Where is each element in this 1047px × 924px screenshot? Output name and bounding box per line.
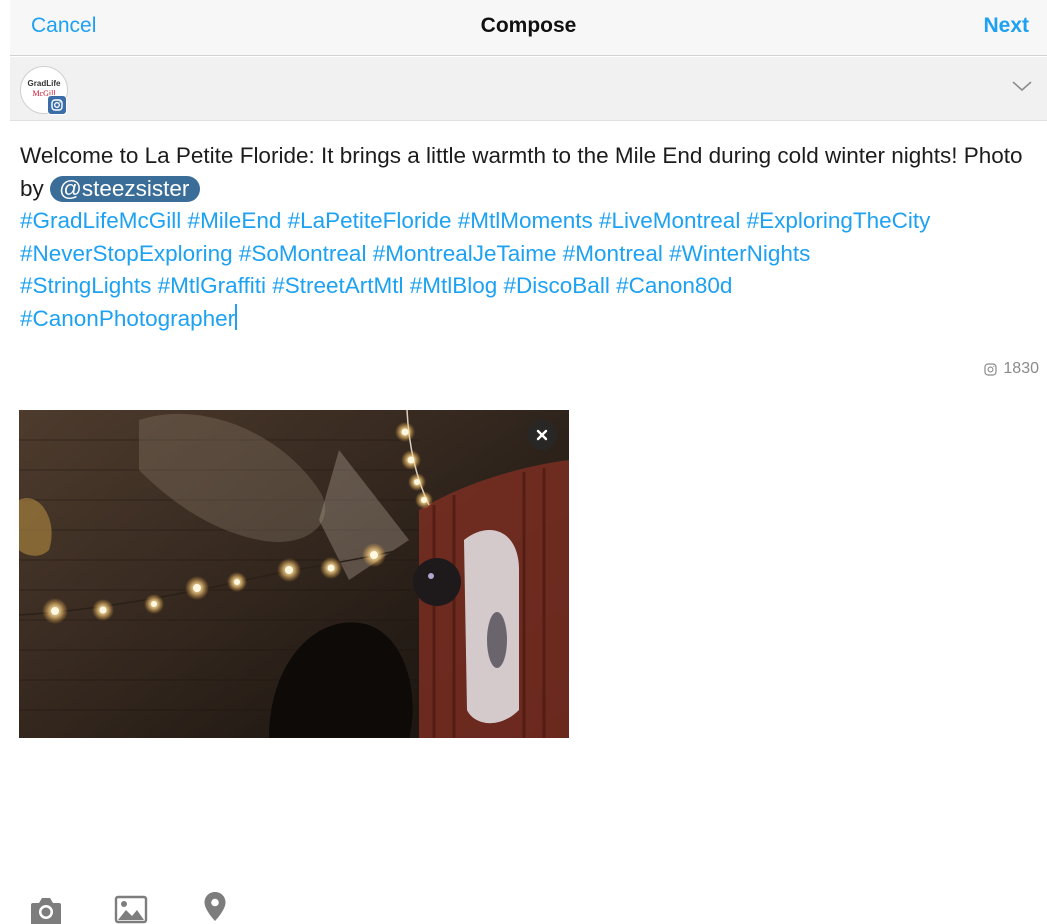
compose-header: Cancel Compose Next: [10, 0, 1047, 56]
attached-photo[interactable]: [19, 410, 569, 738]
avatar[interactable]: GradLife McGill: [20, 66, 68, 115]
close-icon: [536, 429, 548, 441]
remove-photo-button[interactable]: [527, 420, 557, 450]
hashtags-line-2: #NeverStopExploring #SoMontreal #Montrea…: [20, 240, 811, 266]
page-title: Compose: [480, 14, 577, 37]
instagram-icon: [984, 362, 998, 376]
image-icon[interactable]: [114, 895, 148, 924]
account-selector[interactable]: GradLife McGill: [10, 57, 1047, 121]
next-button[interactable]: Next: [983, 14, 1029, 38]
instagram-badge-icon: [47, 95, 67, 115]
mention-tag[interactable]: @steezsister: [50, 175, 201, 202]
hashtags-line-1: #GradLifeMcGill #MileEnd #LaPetiteFlorid…: [20, 208, 931, 233]
hashtags-line-4: #CanonPhotographer: [20, 305, 236, 331]
avatar-text-line1: GradLife: [27, 79, 61, 88]
compose-text-field[interactable]: Welcome to La Petite Floride: It brings …: [20, 140, 1035, 335]
text-cursor: [235, 303, 238, 330]
character-count-value: 1830: [1003, 360, 1039, 377]
chevron-down-icon[interactable]: [1011, 79, 1033, 93]
location-pin-icon[interactable]: [203, 891, 227, 924]
hashtags-line-3: #StringLights #MtlGraffiti #StreetArtMtl…: [20, 273, 733, 298]
character-counter: 1830: [984, 360, 1039, 378]
camera-icon[interactable]: [29, 895, 63, 924]
